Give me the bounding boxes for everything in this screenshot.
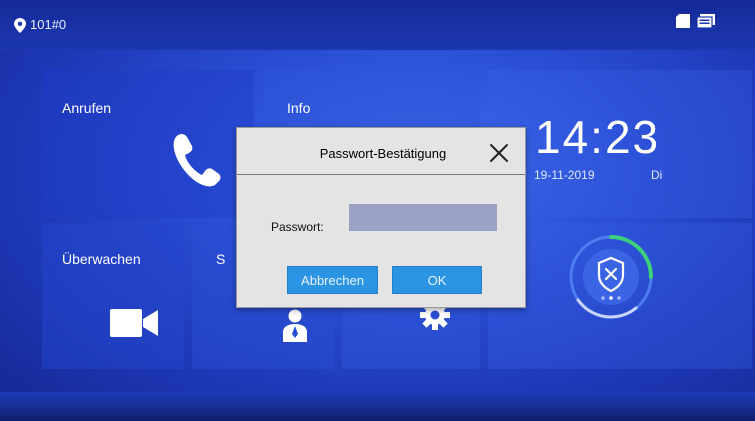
tile-monitor[interactable]: Überwachen xyxy=(42,223,184,369)
clock-day: Di xyxy=(651,168,663,182)
location-pin-icon xyxy=(14,18,26,33)
close-icon[interactable] xyxy=(488,142,510,164)
user-icon xyxy=(283,309,307,342)
cancel-button[interactable]: Abbrechen xyxy=(287,266,378,294)
screen-icon xyxy=(697,14,715,29)
password-label: Passwort: xyxy=(271,220,324,234)
clock-time: 14:23 xyxy=(535,111,661,163)
dialog-divider xyxy=(237,174,525,175)
tile-s-label: S xyxy=(216,251,226,267)
sd-card-icon xyxy=(676,14,690,28)
dialog-title: Passwort-Bestätigung xyxy=(319,146,447,161)
device-screen: 101#0 Anrufen Info Überwachen S 14:23 19… xyxy=(0,0,755,421)
status-bar: 101#0 xyxy=(0,0,755,50)
screen-bezel xyxy=(0,392,755,421)
password-field[interactable] xyxy=(349,204,497,231)
clock-date: 19-11-2019 xyxy=(534,168,595,182)
location-label: 101#0 xyxy=(30,17,67,32)
phone-icon xyxy=(173,133,221,187)
password-dialog: Passwort-Bestätigung Passwort: Abbrechen… xyxy=(236,127,526,308)
tile-call-label: Anrufen xyxy=(62,100,112,116)
camera-icon xyxy=(110,309,158,337)
tile-monitor-label: Überwachen xyxy=(62,251,141,267)
ok-button[interactable]: OK xyxy=(392,266,482,294)
shield-icon[interactable] xyxy=(566,232,656,322)
tile-call[interactable]: Anrufen xyxy=(42,70,254,218)
tile-info-label: Info xyxy=(287,100,311,116)
